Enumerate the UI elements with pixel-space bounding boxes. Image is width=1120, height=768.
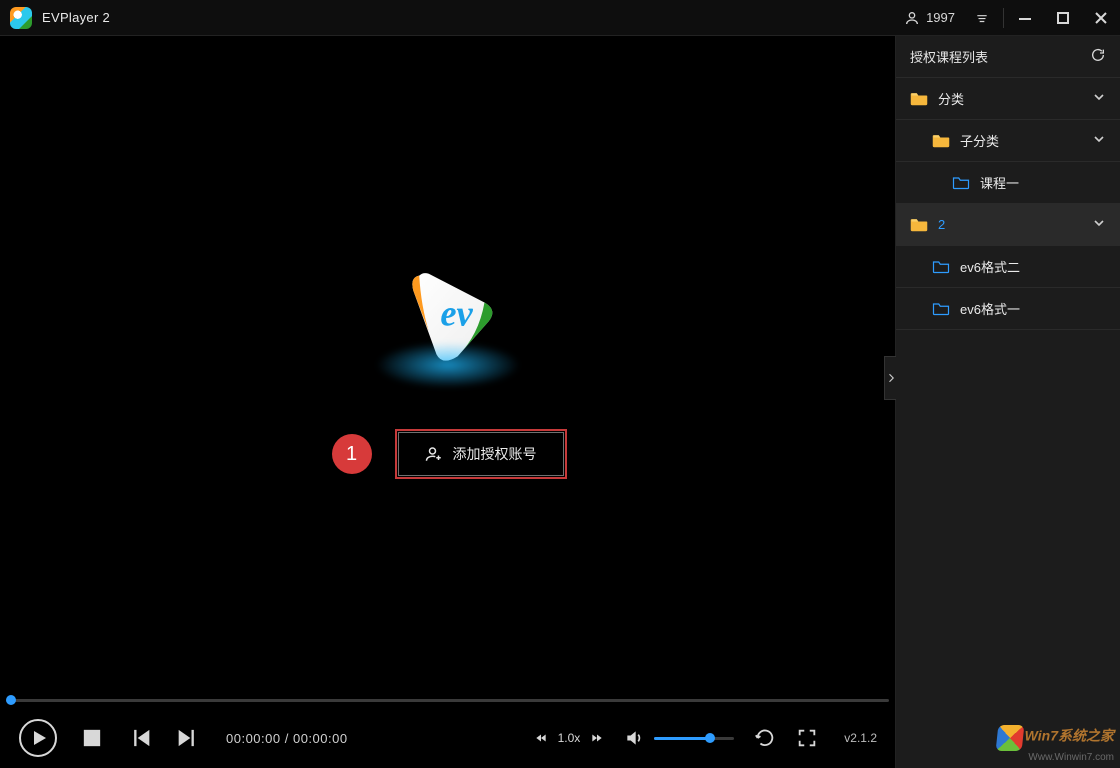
folder-solid-icon bbox=[910, 217, 928, 232]
tree-row[interactable]: 分类 bbox=[896, 78, 1120, 120]
minimize-icon bbox=[1018, 11, 1032, 25]
titlebar-separator bbox=[1003, 8, 1004, 28]
volume-thumb bbox=[705, 733, 715, 743]
app-title: EVPlayer 2 bbox=[42, 10, 110, 25]
titlebar: EVPlayer 2 1997 bbox=[0, 0, 1120, 36]
loop-icon bbox=[754, 727, 776, 749]
tree-row-label: 课程一 bbox=[980, 173, 1019, 192]
folder-outline-icon bbox=[952, 175, 970, 190]
chevron-down-icon bbox=[1092, 216, 1106, 233]
chevron-right-icon bbox=[888, 373, 894, 383]
tree-row-label: 子分类 bbox=[960, 131, 999, 150]
folder-outline-icon bbox=[932, 301, 950, 316]
sidebar: 授权课程列表 分类子分类课程一 2 ev6格式二 ev6格式一 Win7系统之家 Ww… bbox=[895, 36, 1120, 768]
refresh-icon bbox=[1090, 47, 1106, 63]
stop-icon bbox=[78, 724, 106, 752]
volume-fill bbox=[654, 737, 710, 740]
app-logo-icon bbox=[10, 7, 32, 29]
video-area: ev 1 添加授权账号 bbox=[0, 36, 895, 692]
user-account-button[interactable]: 1997 bbox=[896, 0, 963, 36]
add-auth-account-button[interactable]: 添加授权账号 bbox=[398, 432, 564, 476]
skip-next-icon bbox=[174, 724, 202, 752]
add-auth-account-label: 添加授权账号 bbox=[453, 444, 537, 464]
tree-row[interactable]: 课程一 bbox=[896, 162, 1120, 204]
tree-row-label: 2 bbox=[938, 217, 945, 232]
folder-solid-icon bbox=[910, 91, 928, 106]
play-button[interactable] bbox=[18, 718, 58, 758]
course-tree: 分类子分类课程一 2 ev6格式二 ev6格式一 bbox=[896, 78, 1120, 330]
next-track-button[interactable] bbox=[174, 724, 202, 752]
tree-row-label: ev6格式二 bbox=[960, 257, 1020, 276]
control-bar: 00:00:00 / 00:00:00 1.0x bbox=[0, 708, 895, 768]
chevron-down-icon bbox=[1092, 132, 1106, 149]
menu-dropdown-button[interactable] bbox=[963, 0, 1001, 36]
tree-row[interactable]: ev6格式二 bbox=[896, 246, 1120, 288]
timecode-display: 00:00:00 / 00:00:00 bbox=[226, 731, 348, 746]
player-logo: ev bbox=[388, 262, 508, 382]
play-icon bbox=[18, 718, 58, 758]
window-maximize-button[interactable] bbox=[1044, 0, 1082, 36]
watermark: Win7系统之家 Www.Winwin7.com bbox=[997, 725, 1114, 764]
person-add-icon bbox=[425, 445, 443, 463]
chevron-down-icon bbox=[1092, 90, 1106, 107]
volume-control[interactable] bbox=[624, 728, 734, 748]
close-icon bbox=[1094, 11, 1108, 25]
prev-track-button[interactable] bbox=[126, 724, 154, 752]
tree-row-label: 分类 bbox=[938, 89, 964, 108]
window-close-button[interactable] bbox=[1082, 0, 1120, 36]
refresh-button[interactable] bbox=[1090, 47, 1106, 66]
volume-slider[interactable] bbox=[654, 737, 734, 740]
svg-text:ev: ev bbox=[440, 293, 473, 334]
tree-row[interactable]: 子分类 bbox=[896, 120, 1120, 162]
folder-solid-icon bbox=[932, 133, 950, 148]
menu-stack-icon bbox=[975, 11, 989, 25]
player-column: ev 1 添加授权账号 bbox=[0, 36, 895, 768]
loop-button[interactable] bbox=[754, 727, 776, 749]
tree-row[interactable]: ev6格式一 bbox=[896, 288, 1120, 330]
volume-button[interactable] bbox=[624, 728, 644, 748]
speed-label: 1.0x bbox=[558, 731, 581, 745]
skip-previous-icon bbox=[126, 724, 154, 752]
speed-decrease-icon bbox=[534, 731, 548, 745]
speed-control[interactable]: 1.0x bbox=[534, 731, 605, 745]
fullscreen-button[interactable] bbox=[796, 727, 818, 749]
step-1-badge: 1 bbox=[332, 434, 372, 474]
user-label: 1997 bbox=[926, 10, 955, 25]
maximize-icon bbox=[1056, 11, 1070, 25]
user-icon bbox=[904, 10, 920, 26]
time-current: 00:00:00 bbox=[226, 731, 281, 746]
sidebar-header: 授权课程列表 bbox=[896, 36, 1120, 78]
version-label: v2.1.2 bbox=[844, 731, 877, 745]
folder-outline-icon bbox=[932, 259, 950, 274]
seek-bar[interactable] bbox=[0, 692, 895, 708]
stop-button[interactable] bbox=[78, 724, 106, 752]
sidebar-collapse-button[interactable] bbox=[884, 356, 896, 400]
window-minimize-button[interactable] bbox=[1006, 0, 1044, 36]
tree-row-label: ev6格式一 bbox=[960, 299, 1020, 318]
time-total: 00:00:00 bbox=[293, 731, 348, 746]
speed-increase-icon bbox=[590, 731, 604, 745]
sidebar-title: 授权课程列表 bbox=[910, 47, 988, 66]
volume-icon bbox=[624, 728, 644, 748]
tree-row[interactable]: 2 bbox=[896, 204, 1120, 246]
fullscreen-icon bbox=[796, 727, 818, 749]
